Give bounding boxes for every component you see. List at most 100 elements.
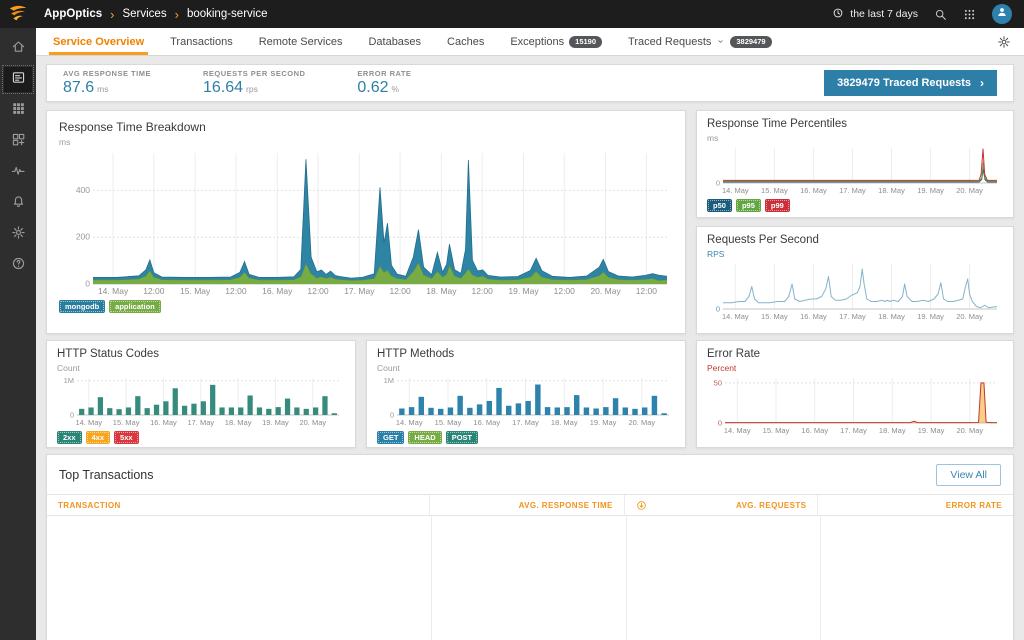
svg-text:18. May: 18. May bbox=[551, 418, 578, 427]
chart-title: HTTP Methods bbox=[377, 348, 675, 360]
error-rate-chart[interactable]: 14. May15. May16. May17. May18. May19. M… bbox=[707, 374, 1003, 436]
tab-remote-services[interactable]: Remote Services bbox=[246, 28, 356, 55]
svg-text:17. May: 17. May bbox=[839, 312, 866, 321]
tab-label: Caches bbox=[447, 36, 484, 48]
tab-service-overview[interactable]: Service Overview bbox=[40, 28, 157, 55]
column-divider bbox=[431, 516, 432, 640]
response-time-breakdown-chart[interactable]: 14. May12:0015. May12:0016. May12:0017. … bbox=[59, 149, 673, 297]
sidebar-item-services[interactable] bbox=[4, 67, 32, 92]
svg-text:18. May: 18. May bbox=[879, 426, 906, 435]
y-axis-label: ms bbox=[59, 137, 673, 147]
y-axis-label: Count bbox=[57, 363, 345, 373]
svg-text:17. May: 17. May bbox=[840, 426, 867, 435]
chart-title: Requests Per Second bbox=[707, 234, 1003, 246]
sidebar-item-home[interactable] bbox=[4, 36, 32, 61]
tab-label: Traced Requests bbox=[628, 36, 711, 48]
breadcrumb-services[interactable]: Services bbox=[122, 8, 166, 20]
stat-value: 87.6 bbox=[63, 79, 94, 97]
blocks-icon bbox=[11, 132, 26, 152]
svg-text:0: 0 bbox=[390, 411, 394, 420]
appoptics-service-dashboard: { "topbar": { "brand": "AppOptics", "bre… bbox=[0, 0, 1024, 640]
svg-text:50: 50 bbox=[714, 378, 722, 387]
tab-label: Service Overview bbox=[53, 36, 144, 48]
legend-chip-5xx[interactable]: 5xx bbox=[114, 431, 139, 444]
stat-label: AVG RESPONSE TIME bbox=[63, 69, 151, 78]
sidebar-nav bbox=[0, 28, 36, 640]
legend-chip-4xx[interactable]: 4xx bbox=[86, 431, 111, 444]
tab-label: Transactions bbox=[170, 36, 233, 48]
chart-title: Response Time Percentiles bbox=[707, 118, 1003, 130]
column-header-error-rate[interactable]: ERROR RATE bbox=[818, 495, 1013, 515]
tab-databases[interactable]: Databases bbox=[355, 28, 434, 55]
column-header-transaction[interactable]: TRANSACTION bbox=[47, 495, 430, 515]
http-status-codes-chart[interactable]: 14. May15. May16. May17. May18. May19. M… bbox=[57, 374, 345, 428]
svg-text:15. May: 15. May bbox=[180, 286, 211, 296]
sidebar-item-dashboards[interactable] bbox=[4, 129, 32, 154]
y-axis-label: ms bbox=[707, 133, 1003, 143]
traced-requests-button[interactable]: 3829479 Traced Requests › bbox=[824, 70, 997, 96]
sort-descending-icon[interactable] bbox=[636, 500, 647, 511]
legend-chip-mongodb[interactable]: mongodb bbox=[59, 300, 105, 313]
legend-chip-p95[interactable]: p95 bbox=[736, 199, 761, 212]
stat-unit: % bbox=[392, 84, 400, 94]
svg-text:15. May: 15. May bbox=[761, 312, 788, 321]
breadcrumb-app[interactable]: AppOptics bbox=[44, 8, 102, 20]
svg-text:19. May: 19. May bbox=[590, 418, 617, 427]
table-header: Top Transactions View All bbox=[47, 455, 1013, 494]
svg-text:400: 400 bbox=[76, 185, 90, 195]
search-icon[interactable] bbox=[934, 8, 947, 21]
chart-title: HTTP Status Codes bbox=[57, 348, 345, 360]
tab-label: Databases bbox=[368, 36, 421, 48]
tab-caches[interactable]: Caches bbox=[434, 28, 497, 55]
svg-text:19. May: 19. May bbox=[262, 418, 289, 427]
column-header-avg-response-time[interactable]: AVG. RESPONSE TIME bbox=[430, 495, 625, 515]
time-range-label: the last 7 days bbox=[850, 8, 918, 20]
sidebar-item-traces[interactable] bbox=[4, 160, 32, 185]
apps-grid-icon[interactable] bbox=[963, 8, 976, 21]
svg-text:17. May: 17. May bbox=[344, 286, 375, 296]
avatar[interactable] bbox=[992, 4, 1012, 24]
svg-text:20. May: 20. May bbox=[956, 426, 983, 435]
view-all-button[interactable]: View All bbox=[936, 464, 1001, 486]
sidebar-item-help[interactable] bbox=[4, 253, 32, 278]
tab-settings-gear-icon[interactable] bbox=[997, 28, 1024, 55]
legend-chip-get[interactable]: GET bbox=[377, 431, 404, 444]
top-transactions-card: Top Transactions View All TRANSACTIONAVG… bbox=[46, 454, 1014, 640]
column-header-label: AVG. REQUESTS bbox=[736, 501, 806, 510]
svg-text:18. May: 18. May bbox=[426, 286, 457, 296]
svg-text:12:00: 12:00 bbox=[225, 286, 247, 296]
legend-chip-head[interactable]: HEAD bbox=[408, 431, 441, 444]
requests-per-second-chart[interactable]: 14. May15. May16. May17. May18. May19. M… bbox=[707, 260, 1003, 322]
sidebar-item-infrastructure[interactable] bbox=[4, 98, 32, 123]
tab-transactions[interactable]: Transactions bbox=[157, 28, 246, 55]
requests-per-second-card: Requests Per Second RPS 14. May15. May16… bbox=[696, 226, 1014, 334]
response-time-percentiles-chart[interactable]: 14. May15. May16. May17. May18. May19. M… bbox=[707, 144, 1003, 196]
stat-label: ERROR RATE bbox=[357, 69, 411, 78]
column-header-avg-requests[interactable]: AVG. REQUESTS bbox=[625, 495, 819, 515]
services-icon bbox=[11, 70, 26, 90]
svg-text:14. May: 14. May bbox=[724, 426, 751, 435]
sidebar-item-alerts[interactable] bbox=[4, 191, 32, 216]
tab-exceptions[interactable]: Exceptions15190 bbox=[497, 28, 615, 55]
sidebar-item-settings[interactable] bbox=[4, 222, 32, 247]
svg-text:18. May: 18. May bbox=[225, 418, 252, 427]
legend-chip-p99[interactable]: p99 bbox=[765, 199, 790, 212]
legend-chip-post[interactable]: POST bbox=[446, 431, 478, 444]
svg-text:1M: 1M bbox=[384, 376, 394, 385]
svg-text:20. May: 20. May bbox=[590, 286, 621, 296]
legend-chip-application[interactable]: application bbox=[109, 300, 161, 313]
response-time-percentiles-card: Response Time Percentiles ms 14. May15. … bbox=[696, 110, 1014, 218]
tab-traced-requests[interactable]: Traced Requests3829479 bbox=[615, 28, 785, 55]
svg-text:12:00: 12:00 bbox=[636, 286, 658, 296]
chevron-right-icon: › bbox=[175, 8, 179, 21]
legend-chip-2xx[interactable]: 2xx bbox=[57, 431, 82, 444]
svg-text:17. May: 17. May bbox=[839, 186, 866, 195]
svg-text:20. May: 20. May bbox=[299, 418, 326, 427]
time-range-picker[interactable]: the last 7 days bbox=[832, 7, 918, 22]
http-methods-chart[interactable]: 14. May15. May16. May17. May18. May19. M… bbox=[377, 374, 675, 428]
stat-unit: ms bbox=[97, 84, 108, 94]
tab-label: Remote Services bbox=[259, 36, 343, 48]
chevron-down-icon bbox=[716, 37, 725, 46]
svg-text:0: 0 bbox=[85, 279, 90, 289]
legend-chip-p50[interactable]: p50 bbox=[707, 199, 732, 212]
